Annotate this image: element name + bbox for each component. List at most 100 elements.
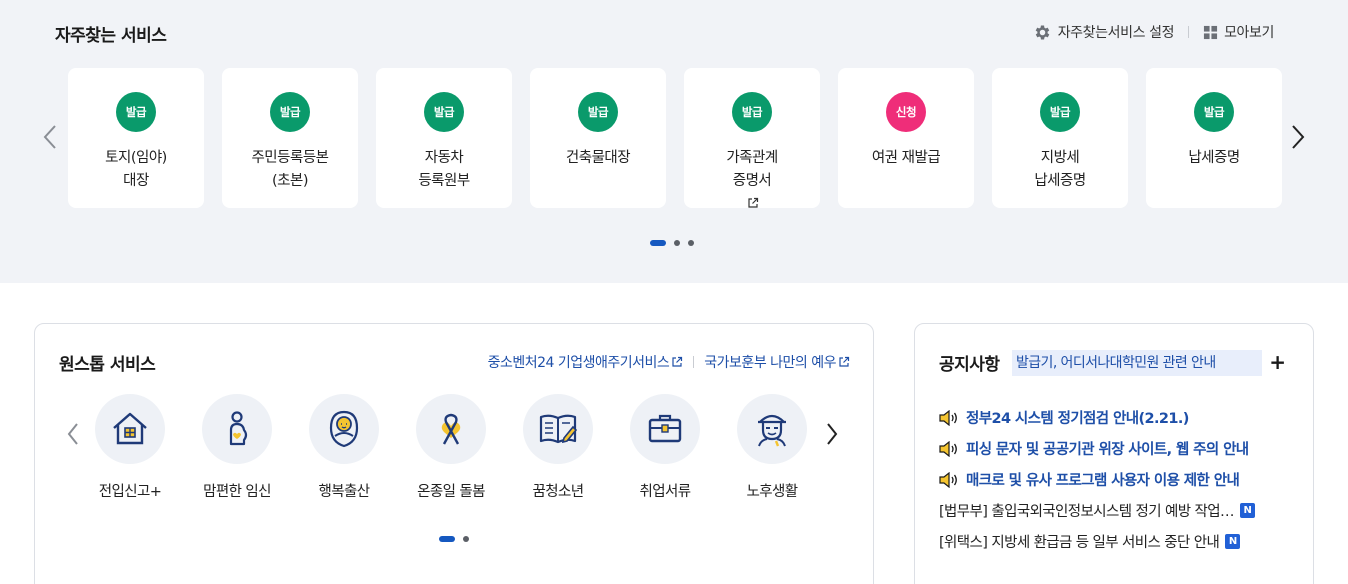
onestop-icon-circle (416, 394, 486, 464)
onestop-icon-circle (202, 394, 272, 464)
service-label: 주민등록등본 (초본) (222, 147, 358, 193)
sme24-link-label: 중소벤처24 기업생애주기서비스 (487, 355, 670, 371)
notice-item[interactable]: [위택스] 지방세 환급금 등 일부 서비스 중단 안내 N (939, 526, 1299, 557)
notice-panel: 공지사항 발급기, 어디서나대학민원 관련 안내 + 정부24 시스템 정기점검… (914, 323, 1314, 584)
briefcase-icon (648, 414, 682, 443)
service-card-building-register[interactable]: 발급 건축물대장 (530, 68, 666, 208)
frequent-services-title: 자주찾는 서비스 (55, 26, 167, 46)
new-badge: N (1239, 503, 1255, 518)
notice-text: 정부24 시스템 정기점검 안내(2.21.) (966, 411, 1189, 427)
onestop-icon-circle (523, 394, 593, 464)
frequent-settings-button[interactable]: 자주찾는서비스 설정 (1033, 22, 1174, 42)
service-label-line2-wrap: 증명서 (684, 170, 820, 216)
onestop-item-label: 취업서류 (639, 484, 692, 500)
notice-list: 정부24 시스템 정기점검 안내(2.21.) 피싱 문자 및 공공기관 위장 … (939, 402, 1299, 557)
service-label: 토지(임야) 대장 (68, 147, 204, 193)
baby-icon (329, 410, 359, 448)
service-label: 건축물대장 (530, 147, 666, 170)
view-all-button[interactable]: 모아보기 (1203, 22, 1274, 42)
frequent-services-section: 자주찾는 서비스 자주찾는서비스 설정 모아보기 발급 토지(임야) 대장 발급… (0, 0, 1348, 283)
frequent-prev-button[interactable] (39, 122, 61, 152)
service-card-local-tax-certificate[interactable]: 발급 지방세납세증명 (992, 68, 1128, 208)
service-label-line1: 납세증명 (1188, 150, 1240, 166)
onestop-item-pregnancy[interactable]: 맘편한 임신 (202, 394, 272, 500)
onestop-item-move-in[interactable]: 전입신고+ (95, 394, 165, 500)
onestop-items: 전입신고+ 맘편한 임신 행복출산 온종일 돌봄 꿈청소년 취업서류 노후생활 (95, 394, 807, 500)
onestop-item-employment[interactable]: 취업서류 (630, 394, 700, 500)
service-badge: 신청 (886, 92, 926, 132)
veterans-link-label: 국가보훈부 나만의 예우 (704, 355, 836, 371)
service-badge: 발급 (270, 92, 310, 132)
onestop-item-label: 행복출산 (318, 484, 371, 500)
onestop-item-label: 노후생활 (746, 484, 799, 500)
onestop-next-button[interactable] (822, 419, 842, 449)
service-card-family-certificate[interactable]: 발급 가족관계증명서 (684, 68, 820, 208)
speaker-icon (939, 471, 957, 488)
frequent-pagination (650, 240, 694, 246)
chevron-left-icon (67, 423, 78, 445)
service-card-resident-register[interactable]: 발급 주민등록등본 (초본) (222, 68, 358, 208)
service-label-line2: (초본) (272, 173, 309, 189)
service-label-line1: 가족관계 (726, 150, 778, 166)
notice-item[interactable]: [법무부] 출입국외국인정보시스템 정기 예방 작업… N (939, 495, 1299, 526)
service-card-tax-certificate[interactable]: 발급 납세증명 (1146, 68, 1282, 208)
page-dot-1[interactable] (650, 240, 666, 246)
notice-item[interactable]: 정부24 시스템 정기점검 안내(2.21.) (939, 402, 1299, 433)
speaker-icon (939, 440, 957, 457)
ribbon-heart-icon (441, 413, 461, 445)
notice-highlight-link[interactable]: 발급기, 어디서나대학민원 관련 안내 (1012, 350, 1262, 376)
service-label-line2: 등록원부 (418, 173, 470, 189)
service-label: 지방세납세증명 (992, 147, 1128, 193)
notice-more-button[interactable]: + (1269, 350, 1286, 374)
onestop-item-label: 꿈청소년 (532, 484, 585, 500)
service-label-line2: 대장 (123, 173, 149, 189)
onestop-links: 중소벤처24 기업생애주기서비스 국가보훈부 나만의 예우 (488, 352, 850, 372)
onestop-prev-button[interactable] (63, 419, 83, 449)
notice-item[interactable]: 매크로 및 유사 프로그램 사용자 이용 제한 안내 (939, 464, 1299, 495)
page-dot-2[interactable] (463, 536, 469, 542)
service-card-vehicle-register[interactable]: 발급 자동차 등록원부 (376, 68, 512, 208)
service-label-line2: 납세증명 (1034, 173, 1086, 189)
page-dot-3[interactable] (688, 240, 694, 246)
sme24-lifecycle-link[interactable]: 중소벤처24 기업생애주기서비스 (488, 352, 684, 372)
onestop-item-care[interactable]: 온종일 돌봄 (416, 394, 486, 500)
service-label-line1: 여권 재발급 (871, 150, 941, 166)
frequent-settings-label: 자주찾는서비스 설정 (1057, 25, 1175, 41)
service-badge: 발급 (116, 92, 156, 132)
links-divider (693, 356, 695, 368)
onestop-item-youth[interactable]: 꿈청소년 (523, 394, 593, 500)
service-card-land-register[interactable]: 발급 토지(임야) 대장 (68, 68, 204, 208)
service-label-line2: 증명서 (732, 173, 772, 189)
pregnancy-icon (229, 411, 248, 446)
chevron-right-icon (1292, 125, 1305, 149)
service-card-passport-reissue[interactable]: 신청 여권 재발급 (838, 68, 974, 208)
onestop-icon-circle (95, 394, 165, 464)
page-dot-1[interactable] (439, 536, 455, 542)
service-badge: 발급 (1040, 92, 1080, 132)
service-badge: 발급 (424, 92, 464, 132)
onestop-item-label: 맘편한 임신 (203, 484, 271, 500)
frequent-next-button[interactable] (1287, 122, 1309, 152)
onestop-item-retirement[interactable]: 노후생활 (737, 394, 807, 500)
external-link-icon (672, 356, 683, 367)
elder-icon (758, 414, 786, 447)
service-label-line1: 토지(임야) (105, 150, 167, 166)
tools-divider (1188, 26, 1190, 38)
service-label-line1: 주민등록등본 (251, 150, 329, 166)
onestop-item-label: 온종일 돌봄 (417, 484, 485, 500)
notice-title: 공지사항 (939, 355, 1000, 375)
house-icon (113, 412, 147, 445)
page-dot-2[interactable] (674, 240, 680, 246)
service-label-line1: 지방세 (1040, 150, 1080, 166)
service-badge: 발급 (1194, 92, 1234, 132)
grid-icon (1204, 25, 1218, 39)
notice-item[interactable]: 피싱 문자 및 공공기관 위장 사이트, 웹 주의 안내 (939, 433, 1299, 464)
service-label: 납세증명 (1146, 147, 1282, 170)
frequent-services-tools: 자주찾는서비스 설정 모아보기 (1033, 22, 1274, 42)
service-badge: 발급 (732, 92, 772, 132)
onestop-item-label: 전입신고+ (98, 484, 162, 500)
external-link-icon (839, 356, 850, 367)
onestop-pagination (439, 536, 469, 542)
onestop-item-birth[interactable]: 행복출산 (309, 394, 379, 500)
veterans-honor-link[interactable]: 국가보훈부 나만의 예우 (704, 352, 850, 372)
